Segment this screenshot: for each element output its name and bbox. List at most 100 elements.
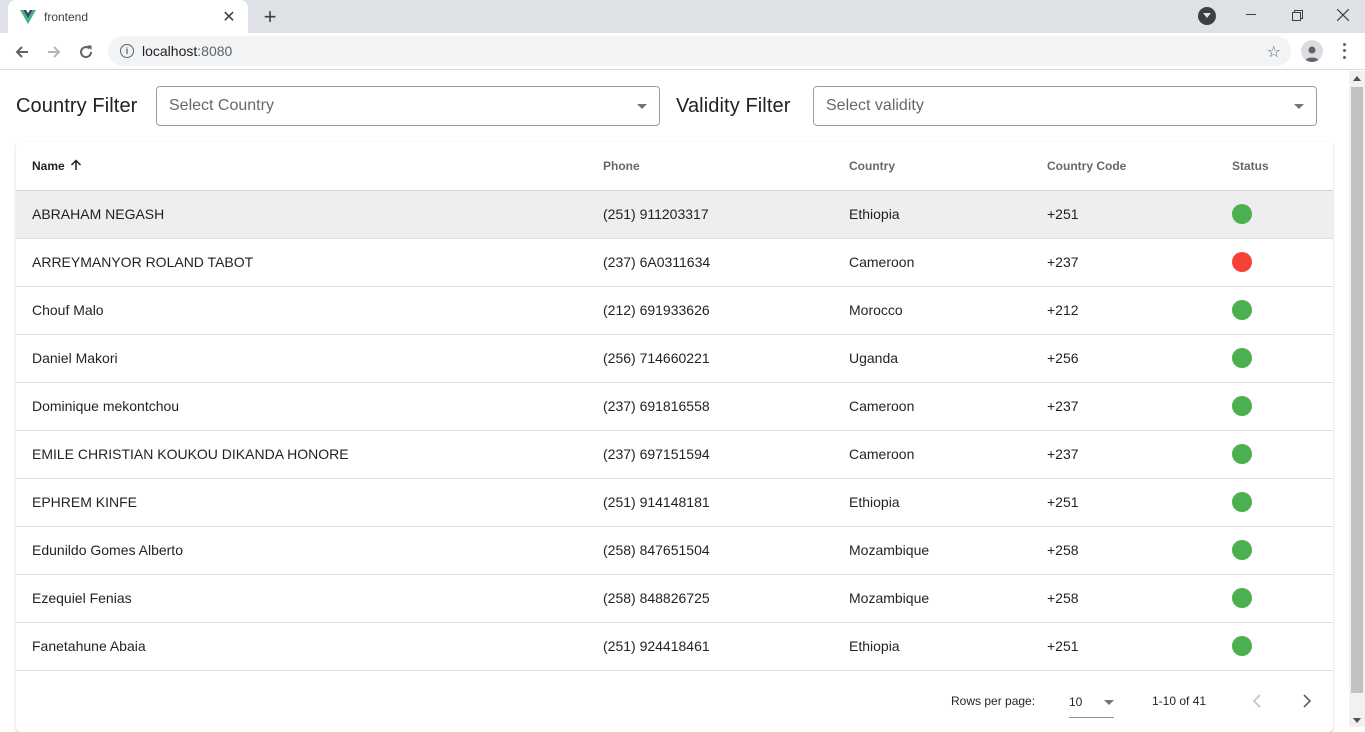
column-header-country-code[interactable]: Country Code [1031, 142, 1216, 191]
phone-cell: (251) 914148181 [587, 478, 833, 527]
country-cell: Cameroon [833, 238, 1031, 287]
table-row[interactable]: ARREYMANYOR ROLAND TABOT (237) 6A0311634 C… [16, 238, 1333, 287]
phone-cell: (251) 924418461 [587, 622, 833, 671]
status-valid-icon [1232, 636, 1252, 656]
back-icon[interactable] [8, 38, 36, 66]
validity-select[interactable]: Select validity [813, 86, 1317, 126]
vue-logo-icon [20, 9, 36, 25]
status-valid-icon [1232, 492, 1252, 512]
page-scrollbar[interactable] [1349, 71, 1365, 727]
status-cell [1216, 526, 1333, 575]
address-bar[interactable]: i localhost:8080 ☆ [108, 36, 1291, 66]
column-header-status[interactable]: Status [1216, 142, 1333, 191]
name-cell: Daniel Makori [16, 334, 587, 383]
name-cell: Ezequiel Fenias [16, 574, 587, 623]
reload-icon[interactable] [72, 38, 100, 66]
validity-select-placeholder: Select validity [826, 97, 924, 114]
country-code-cell: +256 [1031, 334, 1216, 383]
scroll-down-icon[interactable] [1353, 718, 1361, 723]
country-code-cell: +212 [1031, 286, 1216, 335]
country-code-cell: +258 [1031, 526, 1216, 575]
table-row[interactable]: EPHREM KINFE (251) 914148181 Ethiopia +251 [16, 478, 1333, 527]
chevron-down-icon [1104, 699, 1114, 705]
status-cell [1216, 238, 1333, 287]
status-valid-icon [1232, 300, 1252, 320]
status-valid-icon [1232, 588, 1252, 608]
app-page: Country Filter Select Country Validity F… [0, 71, 1349, 732]
name-cell: ABRAHAM NEGASH [16, 190, 587, 239]
status-valid-icon [1232, 396, 1252, 416]
next-page-button[interactable] [1293, 687, 1321, 715]
country-select[interactable]: Select Country [156, 86, 660, 126]
table-row[interactable]: Dominique mekontchou (237) 691816558 Camer… [16, 382, 1333, 431]
status-cell [1216, 190, 1333, 239]
browser-menu-icon[interactable] [1336, 41, 1352, 61]
phone-cell: (237) 6A0311634 [587, 238, 833, 287]
column-header-country[interactable]: Country [833, 142, 1031, 191]
rows-per-page-select[interactable]: 10 [1069, 687, 1114, 718]
scroll-up-icon[interactable] [1353, 76, 1361, 81]
country-cell: Ethiopia [833, 622, 1031, 671]
chevron-down-icon [1294, 103, 1304, 109]
country-code-cell: +251 [1031, 622, 1216, 671]
country-filter-label: Country Filter [16, 95, 138, 117]
close-window-icon[interactable] [1320, 0, 1365, 30]
status-cell [1216, 382, 1333, 431]
country-cell: Cameroon [833, 382, 1031, 431]
table-footer: Rows per page: 10 1-10 of 41 [16, 672, 1333, 730]
name-cell: Dominique mekontchou [16, 382, 587, 431]
country-select-placeholder: Select Country [169, 97, 274, 114]
column-header-name[interactable]: Name [16, 142, 587, 191]
country-code-cell: +237 [1031, 430, 1216, 479]
tab-close-icon[interactable]: ✕ [220, 8, 238, 26]
chevron-down-icon [637, 103, 647, 109]
table-row[interactable]: EMILE CHRISTIAN KOUKOU DIKANDA HONORE (23… [16, 430, 1333, 479]
bookmark-star-icon[interactable]: ☆ [1267, 42, 1281, 62]
name-cell: Fanetahune Abaia [16, 622, 587, 671]
tab-title: frontend [44, 9, 89, 24]
profile-avatar-icon[interactable] [1301, 40, 1323, 62]
country-cell: Uganda [833, 334, 1031, 383]
validity-filter-label: Validity Filter [676, 95, 791, 117]
table-row[interactable]: ABRAHAM NEGASH (251) 911203317 Ethiopia +25… [16, 190, 1333, 239]
name-cell: Edunildo Gomes Alberto [16, 526, 587, 575]
minimize-icon[interactable] [1228, 0, 1274, 30]
restore-icon[interactable] [1274, 0, 1320, 30]
country-cell: Ethiopia [833, 478, 1031, 527]
new-tab-icon[interactable]: + [258, 4, 282, 29]
phone-cell: (256) 714660221 [587, 334, 833, 383]
table-row[interactable]: Edunildo Gomes Alberto (258) 847651504 Moz… [16, 526, 1333, 575]
status-cell [1216, 430, 1333, 479]
status-valid-icon [1232, 540, 1252, 560]
browser-tabstrip: frontend ✕ + [0, 0, 1365, 33]
url-host: localhost [142, 43, 198, 59]
browser-tab[interactable]: frontend ✕ [8, 0, 248, 33]
status-cell [1216, 334, 1333, 383]
previous-page-button[interactable] [1243, 687, 1271, 715]
column-header-phone[interactable]: Phone [587, 142, 833, 191]
country-cell: Mozambique [833, 526, 1031, 575]
url-port: :8080 [197, 43, 233, 59]
country-cell: Mozambique [833, 574, 1031, 623]
status-cell [1216, 574, 1333, 623]
rows-per-page-value: 10 [1069, 695, 1083, 709]
pagination-range: 1-10 of 41 [1152, 694, 1207, 708]
name-cell: EPHREM KINFE [16, 478, 587, 527]
status-valid-icon [1232, 348, 1252, 368]
chevron-right-icon [1303, 694, 1312, 708]
name-cell: ARREYMANYOR ROLAND TABOT [16, 238, 587, 287]
table-row[interactable]: Fanetahune Abaia (251) 924418461 Ethiopia +… [16, 622, 1333, 671]
country-cell: Cameroon [833, 430, 1031, 479]
phone-cell: (237) 691816558 [587, 382, 833, 431]
tab-search-icon[interactable] [1198, 7, 1216, 25]
country-code-cell: +258 [1031, 574, 1216, 623]
table-row[interactable]: Ezequiel Fenias (258) 848826725 Mozambique… [16, 574, 1333, 623]
forward-icon[interactable] [40, 38, 68, 66]
phone-cell: (237) 697151594 [587, 430, 833, 479]
scrollbar-thumb[interactable] [1351, 87, 1363, 693]
info-icon[interactable]: i [120, 44, 134, 58]
table-row[interactable]: Chouf Malo (212) 691933626 Morocco +212 [16, 286, 1333, 335]
phone-cell: (251) 911203317 [587, 190, 833, 239]
status-valid-icon [1232, 204, 1252, 224]
table-row[interactable]: Daniel Makori (256) 714660221 Uganda +256 [16, 334, 1333, 383]
